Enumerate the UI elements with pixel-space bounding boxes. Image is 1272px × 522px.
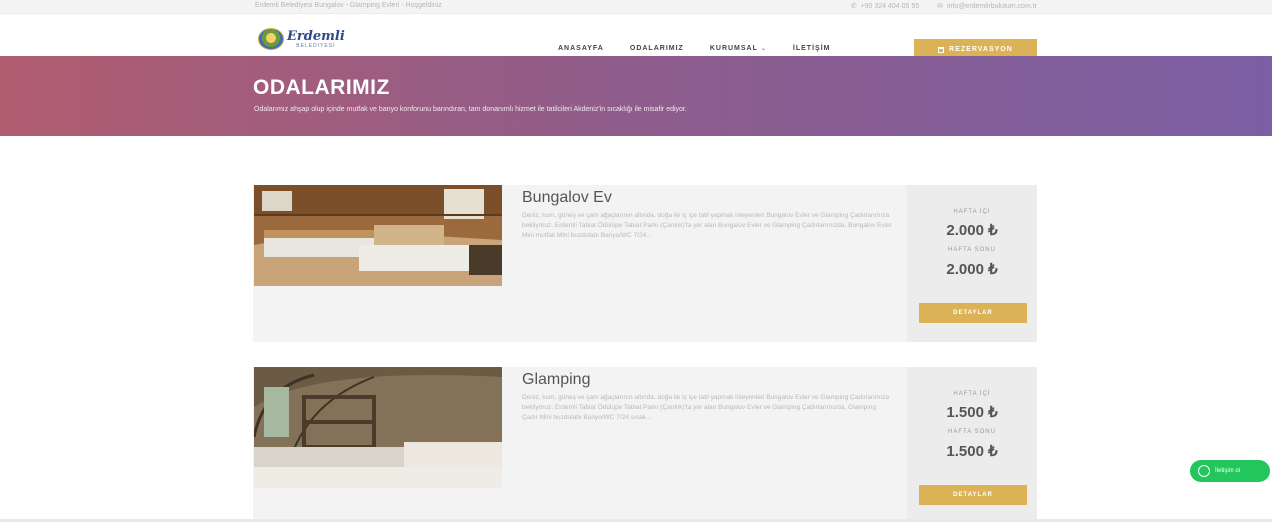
glamping-tent-image	[254, 367, 502, 488]
top-info-bar: Erdemli Belediyesi Bungalov - Glamping E…	[0, 0, 1272, 14]
reservation-button-label: REZERVASYON	[949, 46, 1013, 53]
phone-icon: ✆	[850, 3, 857, 10]
whatsapp-chat-button[interactable]: İletişim ol	[1190, 460, 1270, 482]
weekend-price: 1.500 ₺	[946, 443, 998, 460]
details-button[interactable]: DETAYLAR	[919, 485, 1027, 505]
room-card-bungalov: Bungalov Ev Deniz, kum, güneş ve çam ağa…	[253, 185, 1037, 342]
weekend-price: 2.000 ₺	[946, 261, 998, 278]
nav-item-kurumsal-label: KURUMSAL	[709, 45, 758, 52]
phone-link[interactable]: ✆ +90 324 404 05 55	[851, 2, 919, 10]
room-description: Deniz, kum, güneş ve çam ağaçlarının alt…	[522, 394, 890, 421]
room-description: Deniz, kum, güneş ve çam ağaçlarının alt…	[522, 212, 892, 239]
chevron-down-icon: ⌄	[760, 46, 767, 52]
page-subtitle: Odalarımız ahşap olup içinde mutfak ve b…	[254, 106, 687, 113]
nav-item-iletisim[interactable]: İLETİŞİM	[793, 45, 831, 52]
nav-item-kurumsal[interactable]: KURUMSAL ⌄	[710, 45, 767, 52]
weekend-label: HAFTA SONU	[948, 429, 996, 435]
room-card-glamping: Glamping Deniz, kum, güneş ve çam ağaçla…	[253, 367, 1037, 519]
calendar-icon	[938, 46, 945, 53]
weekday-price: 2.000 ₺	[946, 222, 998, 239]
email-link[interactable]: ✉ info@erdemlirbulutum.com.tr	[937, 2, 1037, 10]
bungalov-room-image	[254, 185, 502, 286]
weekend-label: HAFTA SONU	[948, 247, 996, 253]
whatsapp-icon	[1198, 465, 1210, 477]
nav-item-odalarimiz[interactable]: ODALARIMIZ	[630, 45, 684, 52]
logo-subtitle: BELEDİYESİ	[296, 42, 336, 49]
phone-text: +90 324 404 05 55	[860, 3, 920, 10]
page-header-banner: ODALARIMIZ Odalarımız ahşap olup içinde …	[0, 56, 1272, 136]
page-title: ODALARIMIZ	[253, 76, 390, 99]
main-menu: ANASAYFA ODALARIMIZ KURUMSAL ⌄ İLETİŞİM	[558, 45, 856, 52]
email-text: info@erdemlirbulutum.com.tr	[947, 3, 1037, 10]
welcome-text: Erdemli Belediyesi Bungalov - Glamping E…	[255, 2, 442, 9]
room-photo-bungalov[interactable]	[254, 185, 502, 286]
room-title[interactable]: Glamping	[522, 371, 892, 389]
weekday-price: 1.500 ₺	[946, 404, 998, 421]
room-info-bungalov: Bungalov Ev Deniz, kum, güneş ve çam ağa…	[522, 189, 892, 241]
price-box-glamping: HAFTA İÇİ 1.500 ₺ HAFTA SONU 1.500 ₺ DET…	[907, 367, 1037, 519]
room-info-glamping: Glamping Deniz, kum, güneş ve çam ağaçla…	[522, 371, 892, 423]
price-box-bungalov: HAFTA İÇİ 2.000 ₺ HAFTA SONU 2.000 ₺ DET…	[907, 185, 1037, 342]
logo-title: Erdemli	[287, 28, 345, 44]
site-logo[interactable]: Erdemli BELEDİYESİ	[258, 28, 345, 50]
contact-info: ✆ +90 324 404 05 55 ✉ info@erdemlirbulutum…	[851, 2, 1037, 10]
municipality-emblem-icon	[258, 28, 284, 50]
main-navbar: Erdemli BELEDİYESİ ANASAYFA ODALARIMIZ K…	[0, 14, 1272, 60]
room-title[interactable]: Bungalov Ev	[522, 189, 892, 207]
details-button[interactable]: DETAYLAR	[919, 303, 1027, 323]
nav-item-anasayfa[interactable]: ANASAYFA	[558, 45, 604, 52]
room-photo-glamping[interactable]	[254, 367, 502, 488]
weekday-label: HAFTA İÇİ	[953, 391, 991, 397]
mail-icon: ✉	[937, 3, 944, 10]
whatsapp-label: İletişim ol	[1215, 468, 1241, 474]
weekday-label: HAFTA İÇİ	[953, 209, 991, 215]
